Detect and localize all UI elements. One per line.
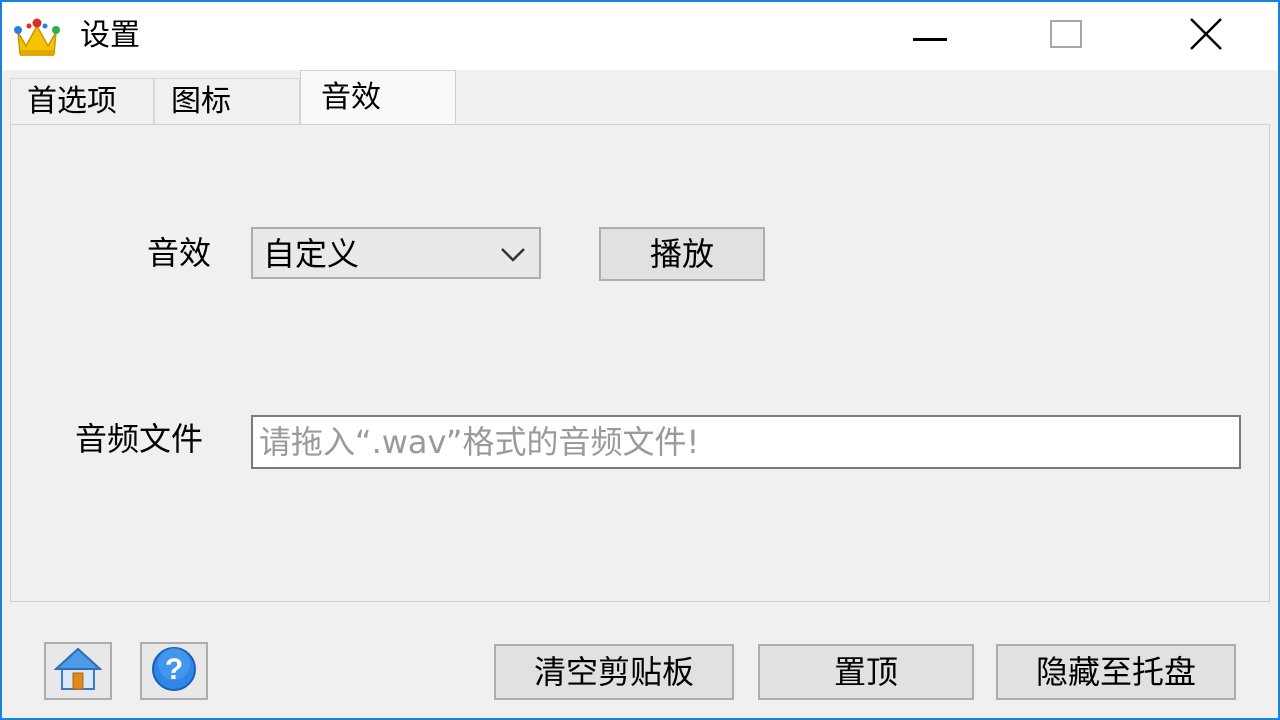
clear-clipboard-button[interactable]: 清空剪贴板: [494, 644, 734, 700]
sound-effects-panel: 音效 自定义 播放 音频文件: [10, 124, 1270, 602]
maximize-button[interactable]: [998, 2, 1134, 70]
hide-to-tray-button[interactable]: 隐藏至托盘: [996, 644, 1236, 700]
pin-top-button[interactable]: 置顶: [758, 644, 974, 700]
minimize-button[interactable]: [862, 2, 998, 70]
audio-file-label: 音频文件: [75, 420, 204, 458]
home-icon: [53, 647, 103, 695]
home-button[interactable]: [44, 642, 112, 700]
window-title: 设置: [80, 18, 140, 53]
title-bar[interactable]: 设置: [2, 2, 1278, 70]
svg-text:?: ?: [165, 653, 183, 686]
sound-effect-value: 自定义: [263, 235, 360, 273]
settings-window: 设置 首选项 图标 音效 音效 自定义 播放 音频文件 请拖入“.wav”格式的…: [0, 0, 1280, 720]
tab-icons[interactable]: 图标: [154, 78, 300, 124]
audio-file-input[interactable]: [251, 415, 1241, 469]
help-icon: ?: [151, 646, 197, 696]
sound-effect-label: 音效: [147, 234, 212, 272]
help-button[interactable]: ?: [140, 642, 208, 700]
sound-effect-select[interactable]: 自定义: [251, 227, 541, 279]
tab-bar: 首选项 图标 音效: [2, 70, 1278, 126]
play-button[interactable]: 播放: [599, 227, 765, 281]
close-button[interactable]: [1138, 2, 1274, 70]
crown-icon: [12, 16, 62, 58]
minimize-icon: [913, 27, 947, 46]
chevron-down-icon: [499, 243, 527, 265]
tab-preferences[interactable]: 首选项: [10, 78, 154, 124]
maximize-icon: [1050, 20, 1082, 52]
close-icon: [1189, 17, 1223, 55]
tab-sound-effects[interactable]: 音效: [300, 70, 456, 126]
